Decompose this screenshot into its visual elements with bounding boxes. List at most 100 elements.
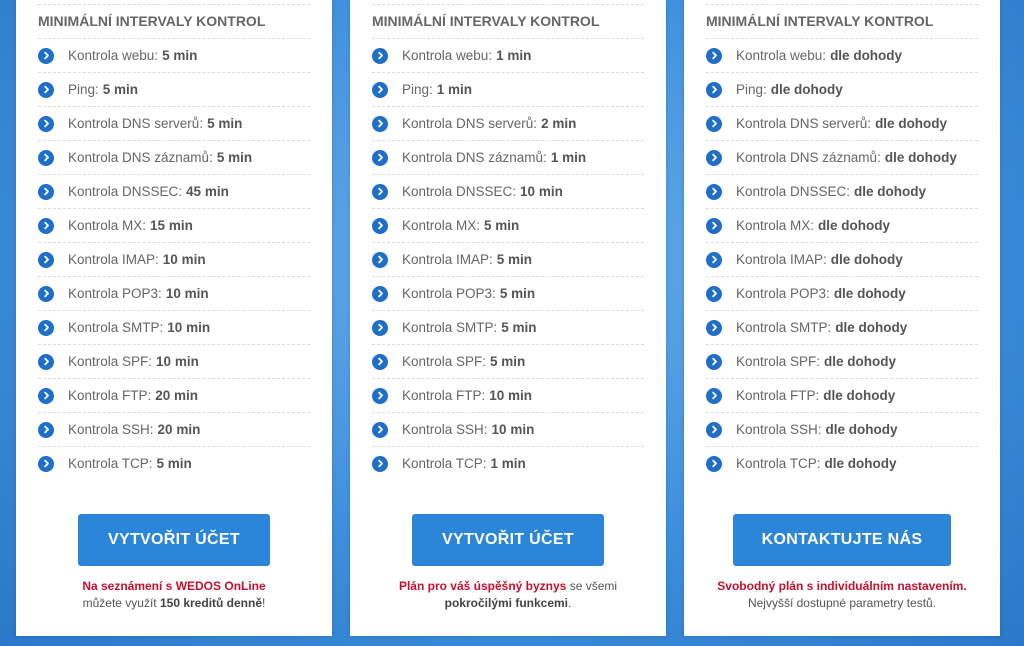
list-item: Kontrola webu: 5 min [38,39,310,73]
list-item: Kontrola SPF: 5 min [372,345,644,379]
chevron-right-circle-icon [372,319,388,336]
item-label: Kontrola MX: [402,218,481,233]
chevron-right-circle-icon [706,387,722,404]
note-text: Nejvyšší dostupné parametry testů. [747,596,937,610]
item-label: Kontrola SMTP: [736,320,832,335]
chevron-right-circle-icon [372,115,388,132]
chevron-right-circle-icon [706,319,722,336]
note-bold: pokročilými funkcemi [444,596,569,610]
item-value: dle dohody [824,456,897,471]
note-text: můžete využít [82,596,157,610]
chevron-right-circle-icon [372,149,388,166]
item-label: Kontrola webu: [402,48,493,63]
note-text: ! [262,596,266,610]
chevron-right-circle-icon [38,251,54,268]
item-label: Kontrola IMAP: [736,252,827,267]
item-value: 10 min [489,388,533,403]
list-item: Kontrola DNS serverů: dle dohody [706,107,978,141]
list-item: Kontrola DNSSEC: dle dohody [706,175,978,209]
plan-note: Plán pro váš úspěšný byznys se všemi pok… [372,578,644,612]
item-value: dle dohody [835,320,908,335]
item-value: 5 min [156,456,192,471]
item-value: 10 min [156,354,199,369]
item-label: Kontrola webu: [68,48,159,63]
item-value: dle dohody [770,82,843,97]
list-item: Kontrola SPF: dle dohody [706,345,978,379]
item-value: 1 min [550,150,587,165]
chevron-right-circle-icon [372,387,388,404]
chevron-right-circle-icon [372,251,388,268]
item-value: 10 min [491,422,535,437]
plan-note: Svobodný plán s individuálním nastavením… [706,578,978,612]
chevron-right-circle-icon [706,251,722,268]
item-value: dle dohody [854,184,927,199]
item-value: dle dohody [818,218,891,233]
item-label: Kontrola DNS serverů: [402,116,538,131]
list-item: Kontrola MX: 5 min [372,209,644,243]
list-item: Kontrola IMAP: 5 min [372,243,644,277]
chevron-right-circle-icon [38,353,54,370]
chevron-right-circle-icon [372,455,388,472]
item-label: Kontrola POP3: [402,286,496,301]
interval-list: Kontrola webu: 1 min Ping: 1 min Kontrola DN… [372,39,644,480]
chevron-right-circle-icon [706,353,722,370]
chevron-right-circle-icon [38,81,54,98]
list-item: Kontrola POP3: dle dohody [706,277,978,311]
note-highlight: Plán pro váš úspěšný byznys [398,579,567,593]
item-label: Kontrola DNS serverů: [68,116,204,131]
item-value: 5 min [496,252,533,267]
create-account-button[interactable]: VYTVOŘIT ÚČET [412,514,604,566]
item-label: Kontrola TCP: [736,456,821,471]
item-value: 5 min [102,82,139,97]
list-item: Kontrola DNS záznamů: 5 min [38,141,310,175]
list-item: Kontrola TCP: 1 min [372,447,644,480]
item-value: 5 min [207,116,243,131]
chevron-right-circle-icon [706,81,722,98]
section-title: MINIMÁLNÍ INTERVALY KONTROL [38,5,310,39]
item-label: Ping: [68,82,99,97]
item-label: Kontrola IMAP: [68,252,159,267]
item-label: Kontrola DNSSEC: [68,184,183,199]
chevron-right-circle-icon [706,149,722,166]
chevron-right-circle-icon [38,387,54,404]
item-value: dle dohody [833,286,906,301]
item-label: Kontrola TCP: [68,456,153,471]
item-value: 5 min [501,320,537,335]
chevron-right-circle-icon [372,81,388,98]
chevron-right-circle-icon [372,183,388,200]
chevron-right-circle-icon [372,217,388,234]
list-item: Kontrola SPF: 10 min [38,345,310,379]
note-highlight: Svobodný plán s individuálním nastavením… [717,579,967,593]
chevron-right-circle-icon [38,149,54,166]
interval-list: Kontrola webu: 5 min Ping: 5 min Kontrola DN… [38,39,310,480]
chevron-right-circle-icon [706,115,722,132]
contact-us-button[interactable]: KONTAKTUJTE NÁS [733,514,951,566]
item-value: dle dohody [825,422,898,437]
item-label: Kontrola FTP: [736,388,820,403]
item-label: Kontrola MX: [736,218,815,233]
item-value: 20 min [157,422,201,437]
chevron-right-circle-icon [706,47,722,64]
list-item: Kontrola SSH: 20 min [38,413,310,447]
item-value: 10 min [165,286,209,301]
item-value: dle dohody [830,48,903,63]
item-value: 1 min [490,456,526,471]
item-label: Kontrola DNS záznamů: [736,150,881,165]
chevron-right-circle-icon [38,115,54,132]
item-value: 5 min [490,354,526,369]
item-value: dle dohody [875,116,948,131]
item-value: 5 min [484,218,520,233]
list-item: Kontrola TCP: dle dohody [706,447,978,480]
create-account-button[interactable]: VYTVOŘIT ÚČET [78,514,270,566]
item-value: dle dohody [830,252,903,267]
plan-card-2: MINIMÁLNÍ INTERVALY KONTROL Kontrola web… [350,0,666,636]
list-item: Ping: 5 min [38,73,310,107]
item-label: Kontrola SSH: [402,422,488,437]
chevron-right-circle-icon [38,217,54,234]
list-item: Kontrola webu: 1 min [372,39,644,73]
item-value: 2 min [541,116,577,131]
item-value: 15 min [150,218,193,233]
item-value: 5 min [499,286,536,301]
list-item: Kontrola SSH: dle dohody [706,413,978,447]
plan-card-3: MINIMÁLNÍ INTERVALY KONTROL Kontrola web… [684,0,1000,636]
